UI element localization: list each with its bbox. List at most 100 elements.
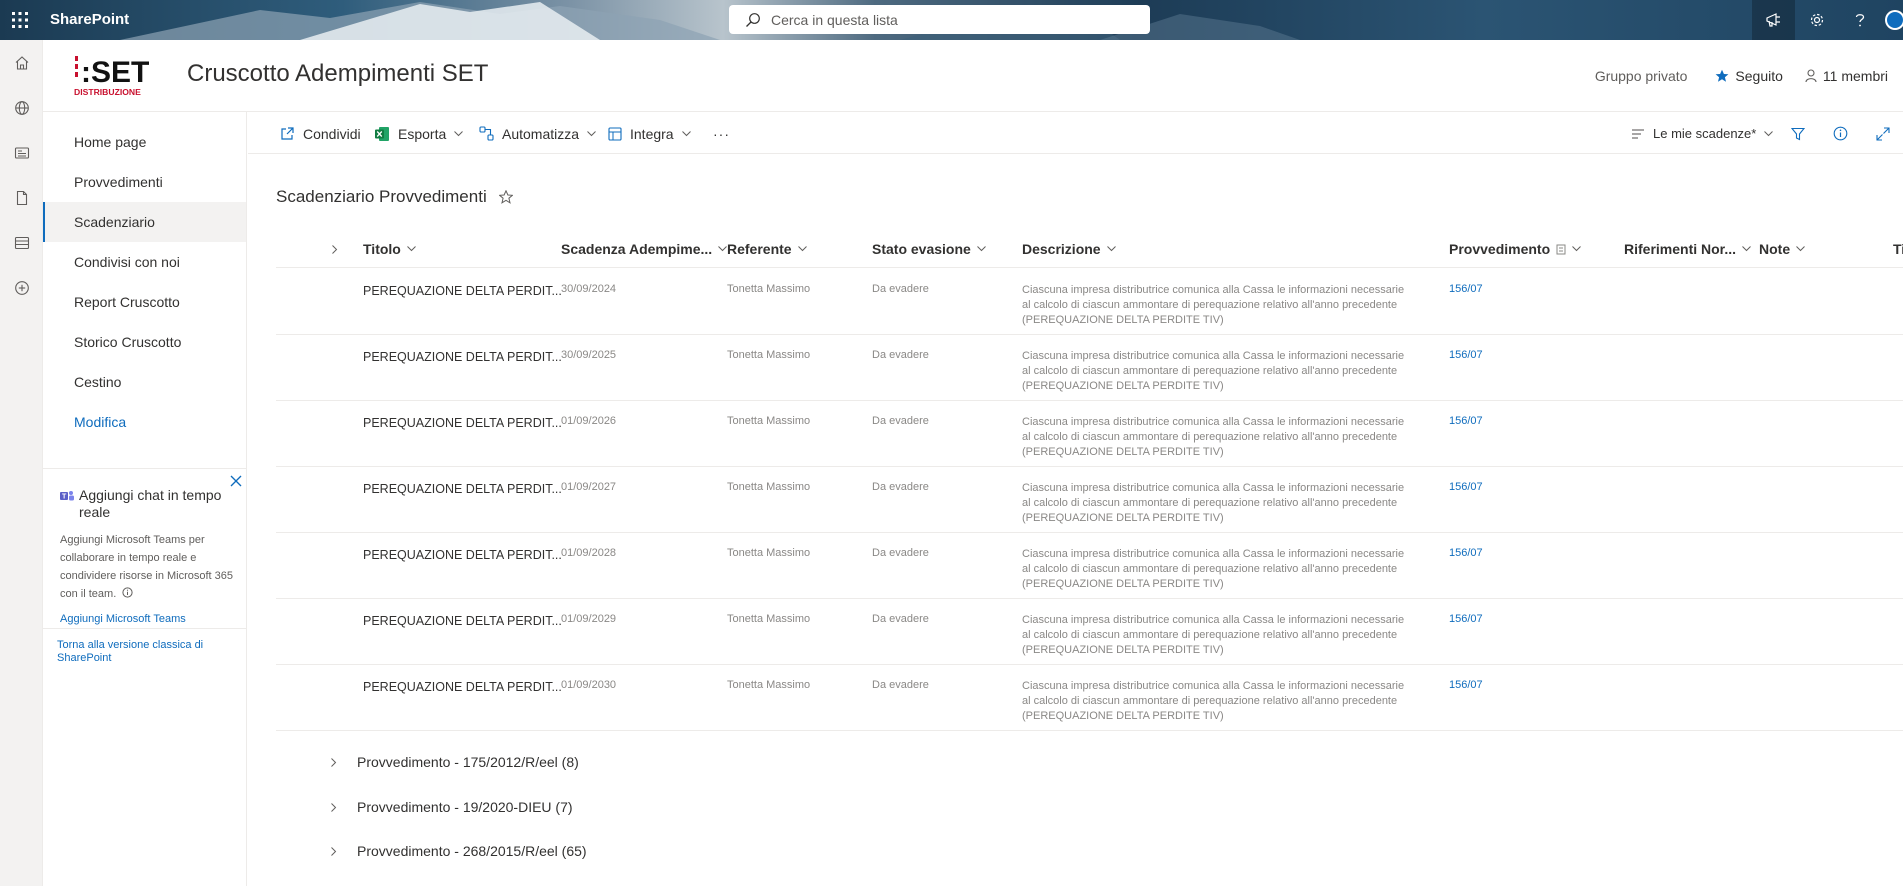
column-description-label: Descrizione xyxy=(1022,241,1101,257)
teams-promo-description: Aggiungi Microsoft Teams per collaborare… xyxy=(60,531,234,603)
cell-referent: Tonetta Massimo xyxy=(727,283,811,295)
command-bar: Condividi Esporta Automatizza Integra ··… xyxy=(248,113,1903,154)
classic-experience-link[interactable]: Torna alla versione classica di SharePoi… xyxy=(43,628,246,665)
profile-button[interactable] xyxy=(1881,0,1903,40)
cell-title[interactable]: PEREQUAZIONE DELTA PERDIT... xyxy=(363,482,562,496)
filter-button[interactable] xyxy=(1791,113,1813,154)
info-pane-button[interactable] xyxy=(1833,113,1856,154)
sharepoint-brand-link[interactable]: SharePoint xyxy=(50,0,129,40)
appbar-files-button[interactable] xyxy=(0,175,43,220)
cell-measure-link[interactable]: 156/07 xyxy=(1449,349,1483,361)
appbar-lists-button[interactable] xyxy=(0,220,43,265)
star-outline-icon[interactable] xyxy=(498,190,513,204)
table-row[interactable]: PEREQUAZIONE DELTA PERDIT... 01/09/2029 … xyxy=(276,599,1903,665)
cell-description: Ciascuna impresa distributrice comunica … xyxy=(1022,680,1405,722)
cell-measure-link[interactable]: 156/07 xyxy=(1449,283,1483,295)
column-header-description[interactable]: Descrizione xyxy=(1022,230,1116,268)
automate-icon xyxy=(479,126,494,141)
appbar-news-button[interactable] xyxy=(0,130,43,175)
info-icon[interactable] xyxy=(122,587,133,598)
table-row[interactable]: PEREQUAZIONE DELTA PERDIT... 01/09/2027 … xyxy=(276,467,1903,533)
column-referent-label: Referente xyxy=(727,241,792,257)
chevron-right-icon xyxy=(332,244,338,254)
column-header-extra[interactable]: Ti xyxy=(1893,230,1903,268)
appbar-home-button[interactable] xyxy=(0,40,43,85)
cell-title[interactable]: PEREQUAZIONE DELTA PERDIT... xyxy=(363,680,562,694)
group-header[interactable]: Provvedimento - 268/2015/R/eel (65) xyxy=(276,829,1876,873)
cell-referent: Tonetta Massimo xyxy=(727,349,811,361)
cell-deadline: 01/09/2028 xyxy=(561,547,617,559)
cell-title[interactable]: PEREQUAZIONE DELTA PERDIT... xyxy=(363,416,562,430)
fullscreen-button[interactable] xyxy=(1876,113,1898,154)
site-header: :SET DISTRIBUZIONE Cruscotto Adempimenti… xyxy=(43,40,1903,112)
view-list-icon xyxy=(1632,128,1644,139)
table-row[interactable]: PEREQUAZIONE DELTA PERDIT... 30/09/2024 … xyxy=(276,269,1903,335)
members-label: 11 membri xyxy=(1822,68,1888,84)
chevron-down-icon xyxy=(1106,246,1116,252)
table-row[interactable]: PEREQUAZIONE DELTA PERDIT... 01/09/2026 … xyxy=(276,401,1903,467)
cell-measure-link[interactable]: 156/07 xyxy=(1449,679,1483,691)
table-row[interactable]: PEREQUAZIONE DELTA PERDIT... 30/09/2025 … xyxy=(276,335,1903,401)
export-button[interactable]: Esporta xyxy=(374,113,464,154)
settings-button[interactable] xyxy=(1795,0,1838,40)
cell-measure-link[interactable]: 156/07 xyxy=(1449,613,1483,625)
nav-item-cestino[interactable]: Cestino xyxy=(43,362,246,402)
person-icon xyxy=(1805,69,1817,83)
nav-item-provvedimenti[interactable]: Provvedimenti xyxy=(43,162,246,202)
cell-measure-link[interactable]: 156/07 xyxy=(1449,547,1483,559)
cell-measure-link[interactable]: 156/07 xyxy=(1449,481,1483,493)
column-header-deadline[interactable]: Scadenza Adempime... xyxy=(561,230,728,268)
table-row[interactable]: PEREQUAZIONE DELTA PERDIT... 01/09/2028 … xyxy=(276,533,1903,599)
follow-button[interactable]: Seguito xyxy=(1715,68,1783,84)
nav-item-report[interactable]: Report Cruscotto xyxy=(43,282,246,322)
appbar-create-button[interactable] xyxy=(0,265,43,310)
cell-title[interactable]: PEREQUAZIONE DELTA PERDIT... xyxy=(363,350,562,364)
nav-item-home[interactable]: Home page xyxy=(43,122,246,162)
expand-all-button[interactable] xyxy=(332,230,338,268)
column-header-title[interactable]: Titolo xyxy=(363,230,416,268)
more-commands-button[interactable]: ··· xyxy=(713,113,730,154)
group-header[interactable]: Provvedimento - 19/2020-DIEU (7) xyxy=(276,785,1876,829)
members-button[interactable]: 11 membri xyxy=(1805,68,1888,84)
feedback-button[interactable] xyxy=(1752,0,1795,40)
search-input[interactable] xyxy=(771,11,1131,28)
add-teams-link[interactable]: Aggiungi Microsoft Teams xyxy=(60,613,234,625)
cell-referent: Tonetta Massimo xyxy=(727,679,811,691)
column-header-measure[interactable]: Provvedimento xyxy=(1449,230,1581,268)
cell-title[interactable]: PEREQUAZIONE DELTA PERDIT... xyxy=(363,284,562,298)
group-label: Provvedimento - 175/2012/R/eel (8) xyxy=(357,754,579,770)
column-header-referent[interactable]: Referente xyxy=(727,230,807,268)
help-button[interactable] xyxy=(1838,0,1881,40)
search-box[interactable] xyxy=(729,5,1150,34)
automate-button[interactable]: Automatizza xyxy=(479,113,596,154)
cell-title[interactable]: PEREQUAZIONE DELTA PERDIT... xyxy=(363,614,562,628)
list-title-text[interactable]: Scadenziario Provvedimenti xyxy=(276,187,487,207)
site-title[interactable]: Cruscotto Adempimenti SET xyxy=(187,60,488,88)
teams-close-button[interactable] xyxy=(230,475,242,487)
integrate-button[interactable]: Integra xyxy=(608,113,691,154)
cell-status: Da evadere xyxy=(872,481,929,493)
column-header-references[interactable]: Riferimenti Nor... xyxy=(1624,230,1751,268)
cell-measure-link[interactable]: 156/07 xyxy=(1449,415,1483,427)
view-switcher[interactable]: Le mie scadenze* xyxy=(1631,113,1774,154)
nav-edit-link[interactable]: Modifica xyxy=(43,402,246,442)
chevron-right-icon xyxy=(331,846,337,856)
globe-icon xyxy=(14,100,29,115)
appbar-sites-button[interactable] xyxy=(0,85,43,130)
site-logo[interactable]: :SET DISTRIBUZIONE xyxy=(73,54,161,98)
nav-item-scadenziario[interactable]: Scadenziario xyxy=(43,202,246,242)
share-button[interactable]: Condividi xyxy=(280,113,361,154)
cell-title[interactable]: PEREQUAZIONE DELTA PERDIT... xyxy=(363,548,562,562)
search-icon xyxy=(746,12,760,27)
table-row[interactable]: PEREQUAZIONE DELTA PERDIT... 01/09/2030 … xyxy=(276,665,1903,731)
column-status-label: Stato evasione xyxy=(872,241,971,257)
column-header-status[interactable]: Stato evasione xyxy=(872,230,986,268)
column-header-notes[interactable]: Note xyxy=(1759,230,1805,268)
cell-status: Da evadere xyxy=(872,283,929,295)
nav-item-storico[interactable]: Storico Cruscotto xyxy=(43,322,246,362)
teams-icon: T xyxy=(60,491,74,501)
app-launcher-button[interactable] xyxy=(0,0,40,40)
group-header[interactable]: Provvedimento - 175/2012/R/eel (8) xyxy=(276,740,1876,784)
gear-icon xyxy=(1810,13,1823,27)
nav-item-condivisi[interactable]: Condivisi con noi xyxy=(43,242,246,282)
